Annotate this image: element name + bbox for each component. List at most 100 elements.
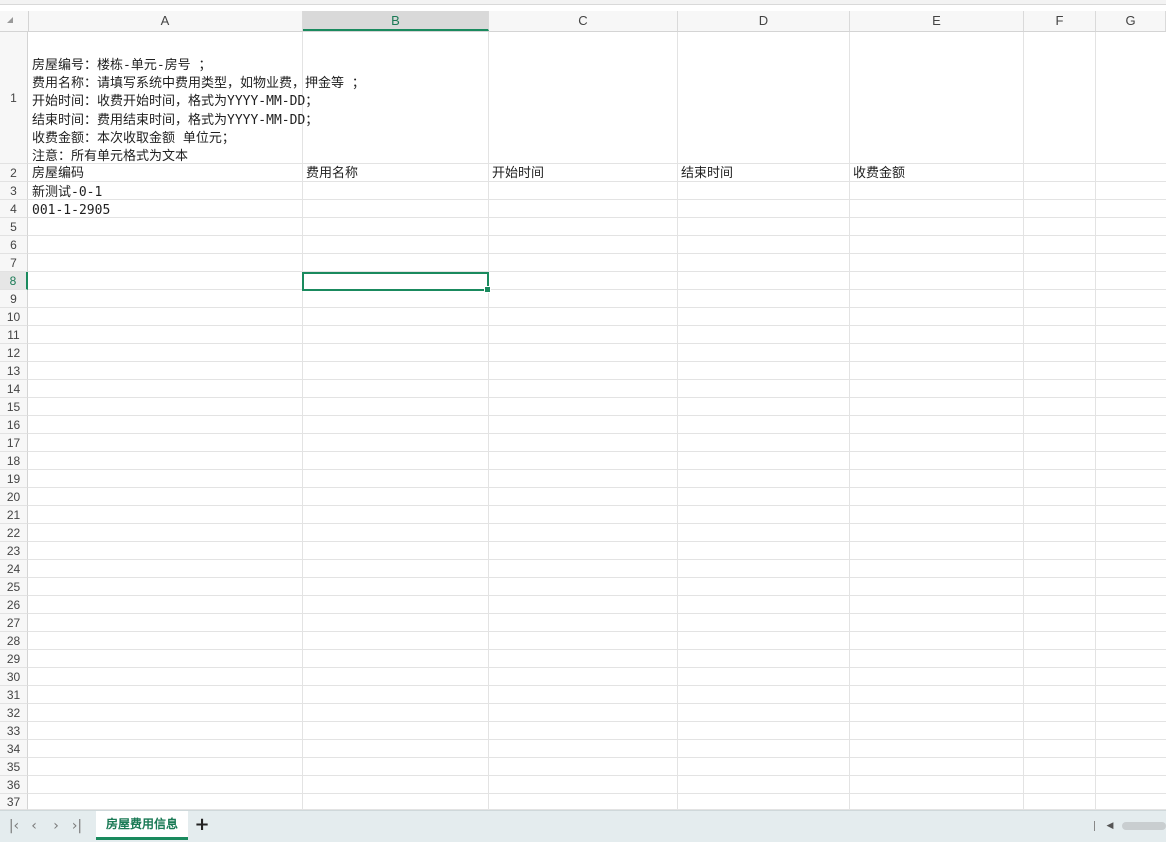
row-gridline xyxy=(28,217,1166,218)
row-gridline xyxy=(28,343,1166,344)
select-all-icon xyxy=(7,17,13,23)
note-line: 开始时间：收费开始时间，格式为YYYY-MM-DD； xyxy=(32,94,319,110)
row-header-23[interactable]: 23 xyxy=(0,542,28,560)
column-gridline xyxy=(849,32,850,810)
row-header-35[interactable]: 35 xyxy=(0,758,28,776)
scroll-left-icon[interactable]: ◀ xyxy=(1104,817,1116,835)
row-gridline xyxy=(28,199,1166,200)
row-header-36[interactable]: 36 xyxy=(0,776,28,794)
first-sheet-icon[interactable]: |‹ xyxy=(5,817,23,835)
row-gridline xyxy=(28,577,1166,578)
row-header-2[interactable]: 2 xyxy=(0,164,28,182)
row-gridline xyxy=(28,361,1166,362)
note-line: 收费金额：本次收取金额 单位元； xyxy=(32,130,235,146)
row-header-16[interactable]: 16 xyxy=(0,416,28,434)
column-gridline xyxy=(1095,32,1096,810)
row-header-7[interactable]: 7 xyxy=(0,254,28,272)
row-gridline xyxy=(28,685,1166,686)
header-cell-house-code[interactable]: 房屋编码 xyxy=(32,165,84,183)
row-gridline xyxy=(28,775,1166,776)
horizontal-scrollbar-thumb[interactable] xyxy=(1122,822,1166,830)
header-cell-end-time[interactable]: 结束时间 xyxy=(681,165,733,183)
column-header-g[interactable]: G xyxy=(1096,11,1166,31)
row-header-31[interactable]: 31 xyxy=(0,686,28,704)
column-gridline xyxy=(488,32,489,810)
next-sheet-icon[interactable]: › xyxy=(47,817,65,835)
header-cell-amount[interactable]: 收费金额 xyxy=(853,165,905,183)
header-cell-fee-name[interactable]: 费用名称 xyxy=(306,165,358,183)
sheet-tab-house-fees[interactable]: 房屋费用信息 xyxy=(96,811,188,840)
column-header-c[interactable]: C xyxy=(489,11,678,31)
row-header-11[interactable]: 11 xyxy=(0,326,28,344)
row-header-4[interactable]: 4 xyxy=(0,200,28,218)
row-gridline xyxy=(28,505,1166,506)
header-cell-start-time[interactable]: 开始时间 xyxy=(492,165,544,183)
row-gridline xyxy=(28,469,1166,470)
column-gridline xyxy=(1023,32,1024,810)
row-gridline xyxy=(28,379,1166,380)
row-gridline xyxy=(28,289,1166,290)
column-header-a[interactable]: A xyxy=(28,11,303,31)
row-header-17[interactable]: 17 xyxy=(0,434,28,452)
row-header-14[interactable]: 14 xyxy=(0,380,28,398)
column-header-f[interactable]: F xyxy=(1024,11,1096,31)
row-header-8[interactable]: 8 xyxy=(0,272,28,290)
window-top-strip xyxy=(0,0,1166,5)
row-header-20[interactable]: 20 xyxy=(0,488,28,506)
last-sheet-icon[interactable]: ›| xyxy=(68,817,86,835)
prev-sheet-icon[interactable]: ‹ xyxy=(25,817,43,835)
row-header-5[interactable]: 5 xyxy=(0,218,28,236)
row-header-30[interactable]: 30 xyxy=(0,668,28,686)
row-gridline xyxy=(28,793,1166,794)
note-line: 房屋编号：楼栋-单元-房号 ； xyxy=(32,58,212,73)
row-gridline xyxy=(28,595,1166,596)
data-cell-house-code[interactable]: 新测试-0-1 xyxy=(32,184,102,202)
row-gridline xyxy=(28,739,1166,740)
row-header-15[interactable]: 15 xyxy=(0,398,28,416)
row-header-19[interactable]: 19 xyxy=(0,470,28,488)
row-header-32[interactable]: 32 xyxy=(0,704,28,722)
column-header-d[interactable]: D xyxy=(678,11,850,31)
row-header-37[interactable]: 37 xyxy=(0,794,28,810)
row-header-24[interactable]: 24 xyxy=(0,560,28,578)
row-gridline xyxy=(28,721,1166,722)
row-header-13[interactable]: 13 xyxy=(0,362,28,380)
row-header-6[interactable]: 6 xyxy=(0,236,28,254)
row-header-26[interactable]: 26 xyxy=(0,596,28,614)
row-gridline xyxy=(28,397,1166,398)
select-all-corner[interactable] xyxy=(0,11,29,31)
row-gridline xyxy=(28,613,1166,614)
selected-cell-b8[interactable] xyxy=(302,272,491,293)
row-header-3[interactable]: 3 xyxy=(0,182,28,200)
add-sheet-icon[interactable]: + xyxy=(193,815,211,835)
row-header-10[interactable]: 10 xyxy=(0,308,28,326)
row-header-1[interactable]: 1 xyxy=(0,32,28,164)
row-gridline xyxy=(28,325,1166,326)
row-gridline xyxy=(28,451,1166,452)
row-header-22[interactable]: 22 xyxy=(0,524,28,542)
row-gridline xyxy=(28,415,1166,416)
row-header-12[interactable]: 12 xyxy=(0,344,28,362)
data-cell-house-code[interactable]: 001-1-2905 xyxy=(32,202,110,220)
row-gridline xyxy=(28,667,1166,668)
row-header-18[interactable]: 18 xyxy=(0,452,28,470)
row-header-28[interactable]: 28 xyxy=(0,632,28,650)
row-gridline xyxy=(28,703,1166,704)
column-header-b[interactable]: B xyxy=(303,11,489,31)
instruction-note-cell[interactable]: 房屋编号：楼栋-单元-房号 ； 费用名称：请填写系统中费用类型，如物业费，押金等… xyxy=(32,57,365,166)
column-header-e[interactable]: E xyxy=(850,11,1024,31)
row-header-34[interactable]: 34 xyxy=(0,740,28,758)
row-gridline xyxy=(28,253,1166,254)
row-header-33[interactable]: 33 xyxy=(0,722,28,740)
row-gridline xyxy=(28,487,1166,488)
fill-handle[interactable] xyxy=(484,286,491,293)
note-line: 注意：所有单元格式为文本 xyxy=(32,149,189,165)
row-header-29[interactable]: 29 xyxy=(0,650,28,668)
row-header-9[interactable]: 9 xyxy=(0,290,28,308)
row-gridline xyxy=(28,523,1166,524)
row-header-21[interactable]: 21 xyxy=(0,506,28,524)
row-header-25[interactable]: 25 xyxy=(0,578,28,596)
row-header-27[interactable]: 27 xyxy=(0,614,28,632)
scroll-divider xyxy=(1094,821,1095,831)
row-gridline xyxy=(28,649,1166,650)
